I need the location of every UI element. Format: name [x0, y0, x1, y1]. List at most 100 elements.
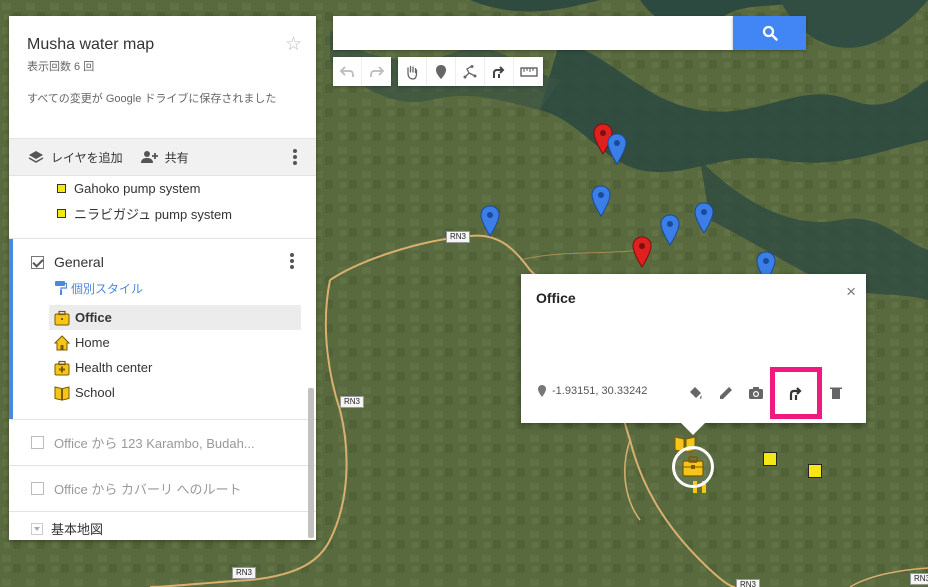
undo-icon	[339, 65, 354, 77]
panel-scrollbar[interactable]	[308, 388, 314, 538]
add-layer-label: レイヤを追加	[51, 150, 123, 165]
legend-item[interactable]: Gahoko pump system	[9, 176, 316, 201]
place-label: Health center	[75, 360, 153, 375]
undo-button[interactable]	[333, 57, 362, 86]
directions-icon	[789, 387, 802, 400]
coordinates-text: -1.93151, 30.33242	[552, 385, 648, 397]
blue-pin-marker[interactable]	[591, 185, 611, 217]
place-label: School	[75, 385, 115, 400]
search-input[interactable]	[333, 16, 733, 50]
popup-title: Office	[536, 290, 576, 306]
expand-icon[interactable]	[31, 522, 43, 535]
add-marker-button[interactable]	[427, 57, 456, 86]
road-label: RN3	[446, 231, 471, 243]
route-layer[interactable]: Office から 123 Karambo, Budah...	[9, 419, 316, 465]
layers-panel: Musha water map 表示回数 6 回 すべての変更が Google …	[9, 16, 316, 540]
road-label: RN3	[232, 567, 257, 579]
camera-icon	[749, 387, 763, 399]
add-photo-button[interactable]	[746, 383, 766, 403]
star-icon[interactable]: ☆	[285, 33, 302, 56]
yellow-square-icon	[57, 209, 66, 218]
place-item-health-center[interactable]: Health center	[9, 355, 301, 380]
layer-list: Gahoko pump system ニラビガジュ pump system Ge…	[9, 176, 316, 540]
legend-label: ニラビガジュ pump system	[74, 207, 233, 222]
book-icon	[53, 384, 71, 402]
trash-icon	[830, 387, 842, 399]
more-options-icon[interactable]	[292, 149, 298, 165]
map-title[interactable]: Musha water map	[27, 36, 298, 54]
add-person-icon	[140, 148, 159, 166]
place-item-home[interactable]: Home	[9, 330, 301, 355]
popup-coordinates: -1.93151, 30.33242	[538, 385, 647, 397]
layer-name[interactable]: General	[54, 254, 104, 270]
place-info-popup: Office × -1.93151, 30.33242	[521, 274, 866, 435]
basemap-label: 基本地図	[51, 522, 104, 537]
legend-label: Gahoko pump system	[74, 181, 201, 196]
measure-button[interactable]	[514, 57, 543, 86]
view-count: 表示回数 6 回	[27, 61, 95, 73]
style-link-label: 個別スタイル	[71, 281, 144, 296]
history-toolbar	[333, 57, 391, 86]
individual-style-link[interactable]: 個別スタイル	[9, 277, 316, 299]
redo-button[interactable]	[362, 57, 391, 86]
road-label: RN3	[736, 579, 761, 587]
pencil-icon	[720, 387, 732, 399]
draw-line-icon	[463, 64, 477, 78]
delete-button[interactable]	[826, 383, 846, 403]
blue-pin-marker[interactable]	[480, 205, 500, 237]
yellow-square-icon	[57, 184, 66, 193]
layer-header[interactable]: General	[9, 247, 316, 277]
directions-to-here-button[interactable]	[770, 367, 822, 419]
save-status: すべての変更が Google ドライブに保存されました	[27, 93, 277, 105]
layers-icon	[27, 148, 45, 166]
blue-pin-marker[interactable]	[660, 214, 680, 246]
blue-pin-marker[interactable]	[607, 133, 627, 165]
place-label: Home	[75, 335, 110, 350]
legend-item[interactable]: ニラビガジュ pump system	[9, 201, 316, 226]
layer-visibility-checkbox[interactable]	[31, 482, 44, 495]
add-layer-button[interactable]: レイヤを追加	[27, 148, 123, 166]
paint-bucket-icon	[690, 387, 702, 399]
red-pin-marker[interactable]	[632, 236, 652, 268]
directions-icon	[493, 65, 505, 78]
layer-visibility-checkbox[interactable]	[31, 255, 44, 269]
marker-icon	[436, 64, 446, 79]
map-header: Musha water map 表示回数 6 回 すべての変更が Google …	[9, 16, 316, 138]
paint-roller-icon	[55, 281, 67, 295]
layer-visibility-checkbox[interactable]	[31, 436, 44, 449]
road-label: RN3	[910, 573, 928, 585]
edit-button[interactable]	[716, 383, 736, 403]
briefcase-icon	[53, 309, 71, 327]
briefcase-icon	[682, 456, 704, 477]
pan-tool-button[interactable]	[398, 57, 427, 86]
map-tools-toolbar	[398, 57, 543, 86]
layer-options-icon[interactable]	[289, 253, 295, 269]
yellow-square-marker[interactable]	[808, 464, 822, 478]
ruler-icon	[519, 66, 538, 77]
share-button[interactable]: 共有	[140, 148, 189, 166]
share-label: 共有	[164, 150, 189, 165]
medical-icon	[53, 359, 71, 377]
blue-pin-marker[interactable]	[694, 202, 714, 234]
draw-line-button[interactable]	[456, 57, 485, 86]
road-label: RN3	[340, 396, 365, 408]
popup-toolbar	[686, 367, 846, 419]
add-directions-button[interactable]	[485, 57, 514, 86]
search-button[interactable]	[733, 16, 806, 50]
redo-icon	[369, 65, 384, 77]
search-icon	[762, 25, 778, 41]
basemap-layer[interactable]: 基本地図	[9, 511, 316, 540]
close-icon[interactable]: ×	[846, 282, 856, 302]
home-icon	[53, 334, 71, 352]
route-layer[interactable]: Office から カバーリ へのルート	[9, 465, 316, 511]
hand-icon	[407, 65, 418, 80]
place-item-school[interactable]: School	[9, 380, 301, 405]
style-button[interactable]	[686, 383, 706, 403]
yellow-square-marker[interactable]	[763, 452, 777, 466]
active-layer-indicator	[9, 239, 13, 419]
route-label: Office から カバーリ へのルート	[54, 482, 242, 497]
place-item-office[interactable]: Office	[49, 305, 301, 330]
general-layer: General 個別スタイル Office Home Health center…	[9, 239, 316, 419]
office-selected-marker[interactable]	[672, 446, 714, 488]
place-label: Office	[75, 310, 112, 325]
